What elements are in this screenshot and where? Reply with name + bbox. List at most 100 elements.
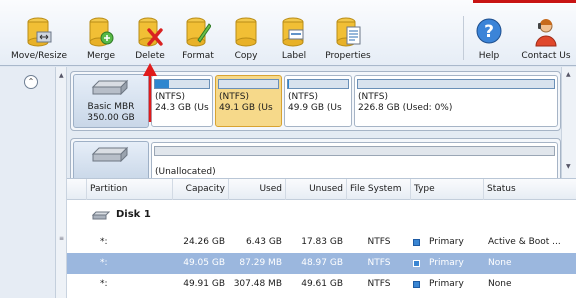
label-label: Label [281, 51, 307, 61]
merge-icon [89, 17, 114, 47]
scroll-grip-icon[interactable]: ≡ [59, 235, 64, 242]
scroll-up-arrow-icon[interactable]: ▲ [566, 71, 571, 78]
disk-map-scrollbar[interactable]: ▲ ▼ [561, 67, 576, 178]
partition-manager-window: Move/Resize Merge Delete Format Copy Lab… [0, 0, 576, 298]
header-used[interactable]: Used [229, 179, 286, 200]
partition-block-selected[interactable]: (NTFS) 49.1 GB (Us [215, 75, 282, 127]
hard-drive-icon [91, 79, 129, 95]
toolbar: Move/Resize Merge Delete Format Copy Lab… [0, 0, 576, 66]
action-panel-scrollbar[interactable]: ▲ ≡ [56, 67, 67, 298]
cell-partition: *: [100, 279, 108, 289]
header-file-system[interactable]: File System [347, 179, 411, 200]
partition-detail: 49.1 GB (Us [219, 103, 273, 113]
collapse-panel-button[interactable]: ⌃ [24, 75, 38, 89]
usage-bar [287, 79, 349, 89]
partition-fs: (Unallocated) [155, 167, 216, 177]
usage-fill [288, 80, 289, 88]
partition-detail: 49.9 GB (Us [288, 103, 342, 113]
delete-label: Delete [135, 51, 165, 61]
disk-1-info[interactable]: Basic MBR 350.00 GB [73, 74, 149, 128]
properties-icon [336, 17, 361, 47]
disk-2-info[interactable] [73, 141, 149, 181]
move-resize-icon [27, 17, 52, 47]
delete-button[interactable]: Delete [128, 14, 172, 66]
list-header: Partition Capacity Used Unused File Syst… [67, 179, 576, 200]
cell-file-system: NTFS [367, 258, 391, 268]
header-capacity[interactable]: Capacity [173, 179, 229, 200]
partition-fs: (NTFS) [288, 92, 318, 102]
header-status[interactable]: Status [484, 179, 576, 200]
label-icon [282, 17, 304, 47]
delete-icon [138, 17, 163, 47]
contact-us-label: Contact Us [521, 51, 571, 61]
primary-type-icon [413, 260, 420, 267]
disk-size: 350.00 GB [87, 113, 135, 123]
format-button[interactable]: Format [176, 14, 220, 66]
cell-unused: 17.83 GB [301, 237, 343, 247]
scroll-down-arrow-icon[interactable]: ▼ [566, 163, 571, 170]
help-button[interactable]: ? Help [472, 14, 506, 66]
primary-type-icon [413, 239, 420, 246]
cell-used: 6.43 GB [245, 237, 282, 247]
disk-2-map[interactable]: (Unallocated) [70, 138, 561, 182]
disk-type: Basic MBR [87, 102, 135, 112]
format-label: Format [182, 51, 214, 61]
disk-1-group[interactable]: Disk 1 [67, 205, 576, 227]
copy-button[interactable]: Copy [226, 14, 266, 66]
partition-block[interactable]: (NTFS) 24.3 GB (Us [151, 75, 213, 127]
copy-label: Copy [234, 51, 258, 61]
partition-block[interactable]: (NTFS) 226.8 GB (Used: 0%) [354, 75, 558, 127]
red-strip [473, 0, 576, 4]
usage-bar [154, 146, 555, 156]
header-partition[interactable]: Partition [87, 179, 173, 200]
toolbar-divider [463, 16, 464, 60]
partition-detail: 24.3 GB (Us [155, 103, 209, 113]
move-resize-button[interactable]: Move/Resize [4, 14, 74, 66]
primary-type-icon [413, 281, 420, 288]
help-icon: ? [476, 18, 502, 44]
copy-icon [235, 17, 257, 47]
disk-icon [92, 211, 110, 220]
cell-unused: 48.97 GB [301, 258, 343, 268]
contact-us-icon [535, 19, 557, 47]
cell-file-system: NTFS [367, 237, 391, 247]
action-panel: ⌃ [0, 67, 56, 298]
merge-label: Merge [86, 51, 116, 61]
usage-bar [218, 79, 279, 89]
usage-bar [357, 79, 555, 89]
cell-capacity: 49.91 GB [183, 279, 225, 289]
cell-partition: *: [100, 237, 108, 247]
annotation-arrow-icon [143, 63, 157, 122]
partition-row[interactable]: *: 24.26 GB 6.43 GB 17.83 GB NTFS Primar… [67, 232, 576, 253]
hard-drive-icon [91, 146, 129, 162]
cell-partition: *: [100, 258, 108, 268]
cell-status: None [488, 279, 512, 289]
cell-status: None [488, 258, 512, 268]
unallocated-block[interactable]: (Unallocated) [151, 142, 558, 182]
cell-file-system: NTFS [367, 279, 391, 289]
partition-row-selected[interactable]: *: 49.05 GB 87.29 MB 48.97 GB NTFS Prima… [67, 253, 576, 274]
cell-type: Primary [429, 279, 464, 289]
scroll-up-arrow-icon[interactable]: ▲ [59, 72, 64, 79]
cell-capacity: 49.05 GB [183, 258, 225, 268]
header-type[interactable]: Type [411, 179, 484, 200]
partition-detail: 226.8 GB (Used: 0%) [358, 103, 453, 113]
properties-button[interactable]: Properties [320, 14, 376, 66]
contact-us-button[interactable]: Contact Us [516, 14, 576, 66]
usage-bar [154, 79, 210, 89]
merge-button[interactable]: Merge [81, 14, 121, 66]
help-label: Help [478, 51, 500, 61]
partition-list: Partition Capacity Used Unused File Syst… [67, 178, 576, 298]
header-unused[interactable]: Unused [286, 179, 347, 200]
move-resize-label: Move/Resize [10, 51, 67, 61]
label-button[interactable]: Label [274, 14, 314, 66]
header-spacer [67, 179, 87, 200]
cell-unused: 49.61 GB [301, 279, 343, 289]
partition-fs: (NTFS) [219, 92, 249, 102]
properties-label: Properties [325, 51, 371, 61]
cell-used: 87.29 MB [239, 258, 282, 268]
partition-fs: (NTFS) [358, 92, 388, 102]
cell-type: Primary [429, 237, 464, 247]
partition-row[interactable]: *: 49.91 GB 307.48 MB 49.61 GB NTFS Prim… [67, 274, 576, 295]
partition-block[interactable]: (NTFS) 49.9 GB (Us [284, 75, 352, 127]
